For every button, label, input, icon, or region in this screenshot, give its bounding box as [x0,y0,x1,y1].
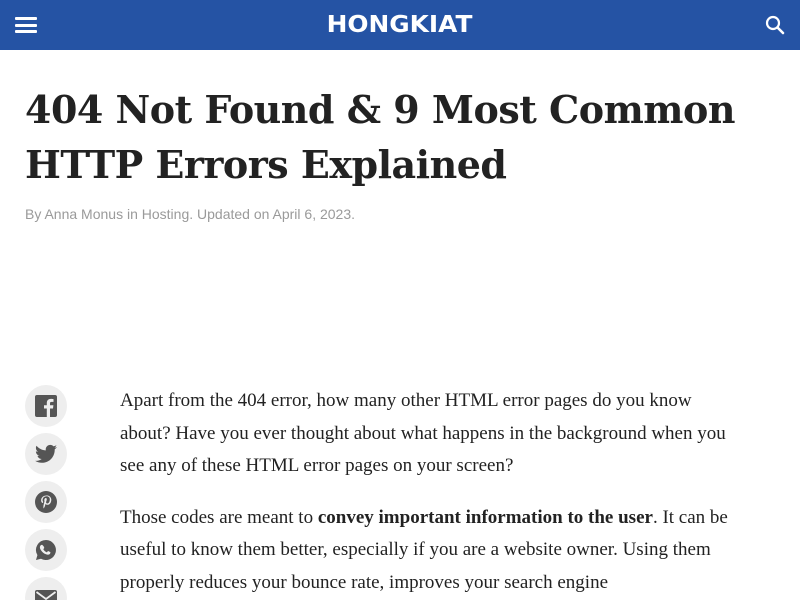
category-link[interactable]: Hosting [142,206,189,222]
pinterest-icon [35,491,57,513]
share-facebook-button[interactable] [25,385,67,427]
facebook-icon [35,395,57,417]
email-icon [35,590,57,600]
paragraph-second-before: Those codes are meant to [120,506,318,528]
paragraph-second: Those codes are meant to convey importan… [120,502,740,600]
hamburger-menu-icon[interactable] [14,14,38,36]
share-pinterest-button[interactable] [25,481,67,523]
article-meta: By Anna Monus in Hosting. Updated on Apr… [25,206,355,222]
article-title-line1: 404 Not Found & 9 Most Common [25,87,736,132]
article-title-line2: HTTP Errors Explained [25,142,507,187]
site-logo[interactable]: HONGKIAT [327,12,473,38]
share-bar [25,385,67,600]
article-title: 404 Not Found & 9 Most Common HTTP Error… [25,82,765,192]
whatsapp-icon [36,540,56,560]
meta-in: in [123,206,142,222]
paragraph-intro: Apart from the 404 error, how many other… [120,390,726,476]
site-header: HONGKIAT [0,0,800,50]
meta-by: By [25,206,45,222]
meta-updated: . Updated on April 6, 2023. [189,206,356,222]
article-body: Apart from the 404 error, how many other… [120,385,740,600]
author-link[interactable]: Anna Monus [44,206,123,222]
paragraph-second-bold: convey important information to the user [317,506,653,528]
share-email-button[interactable] [25,577,67,600]
share-twitter-button[interactable] [25,433,67,475]
share-whatsapp-button[interactable] [25,529,67,571]
twitter-icon [35,444,57,463]
search-icon[interactable] [764,14,786,36]
